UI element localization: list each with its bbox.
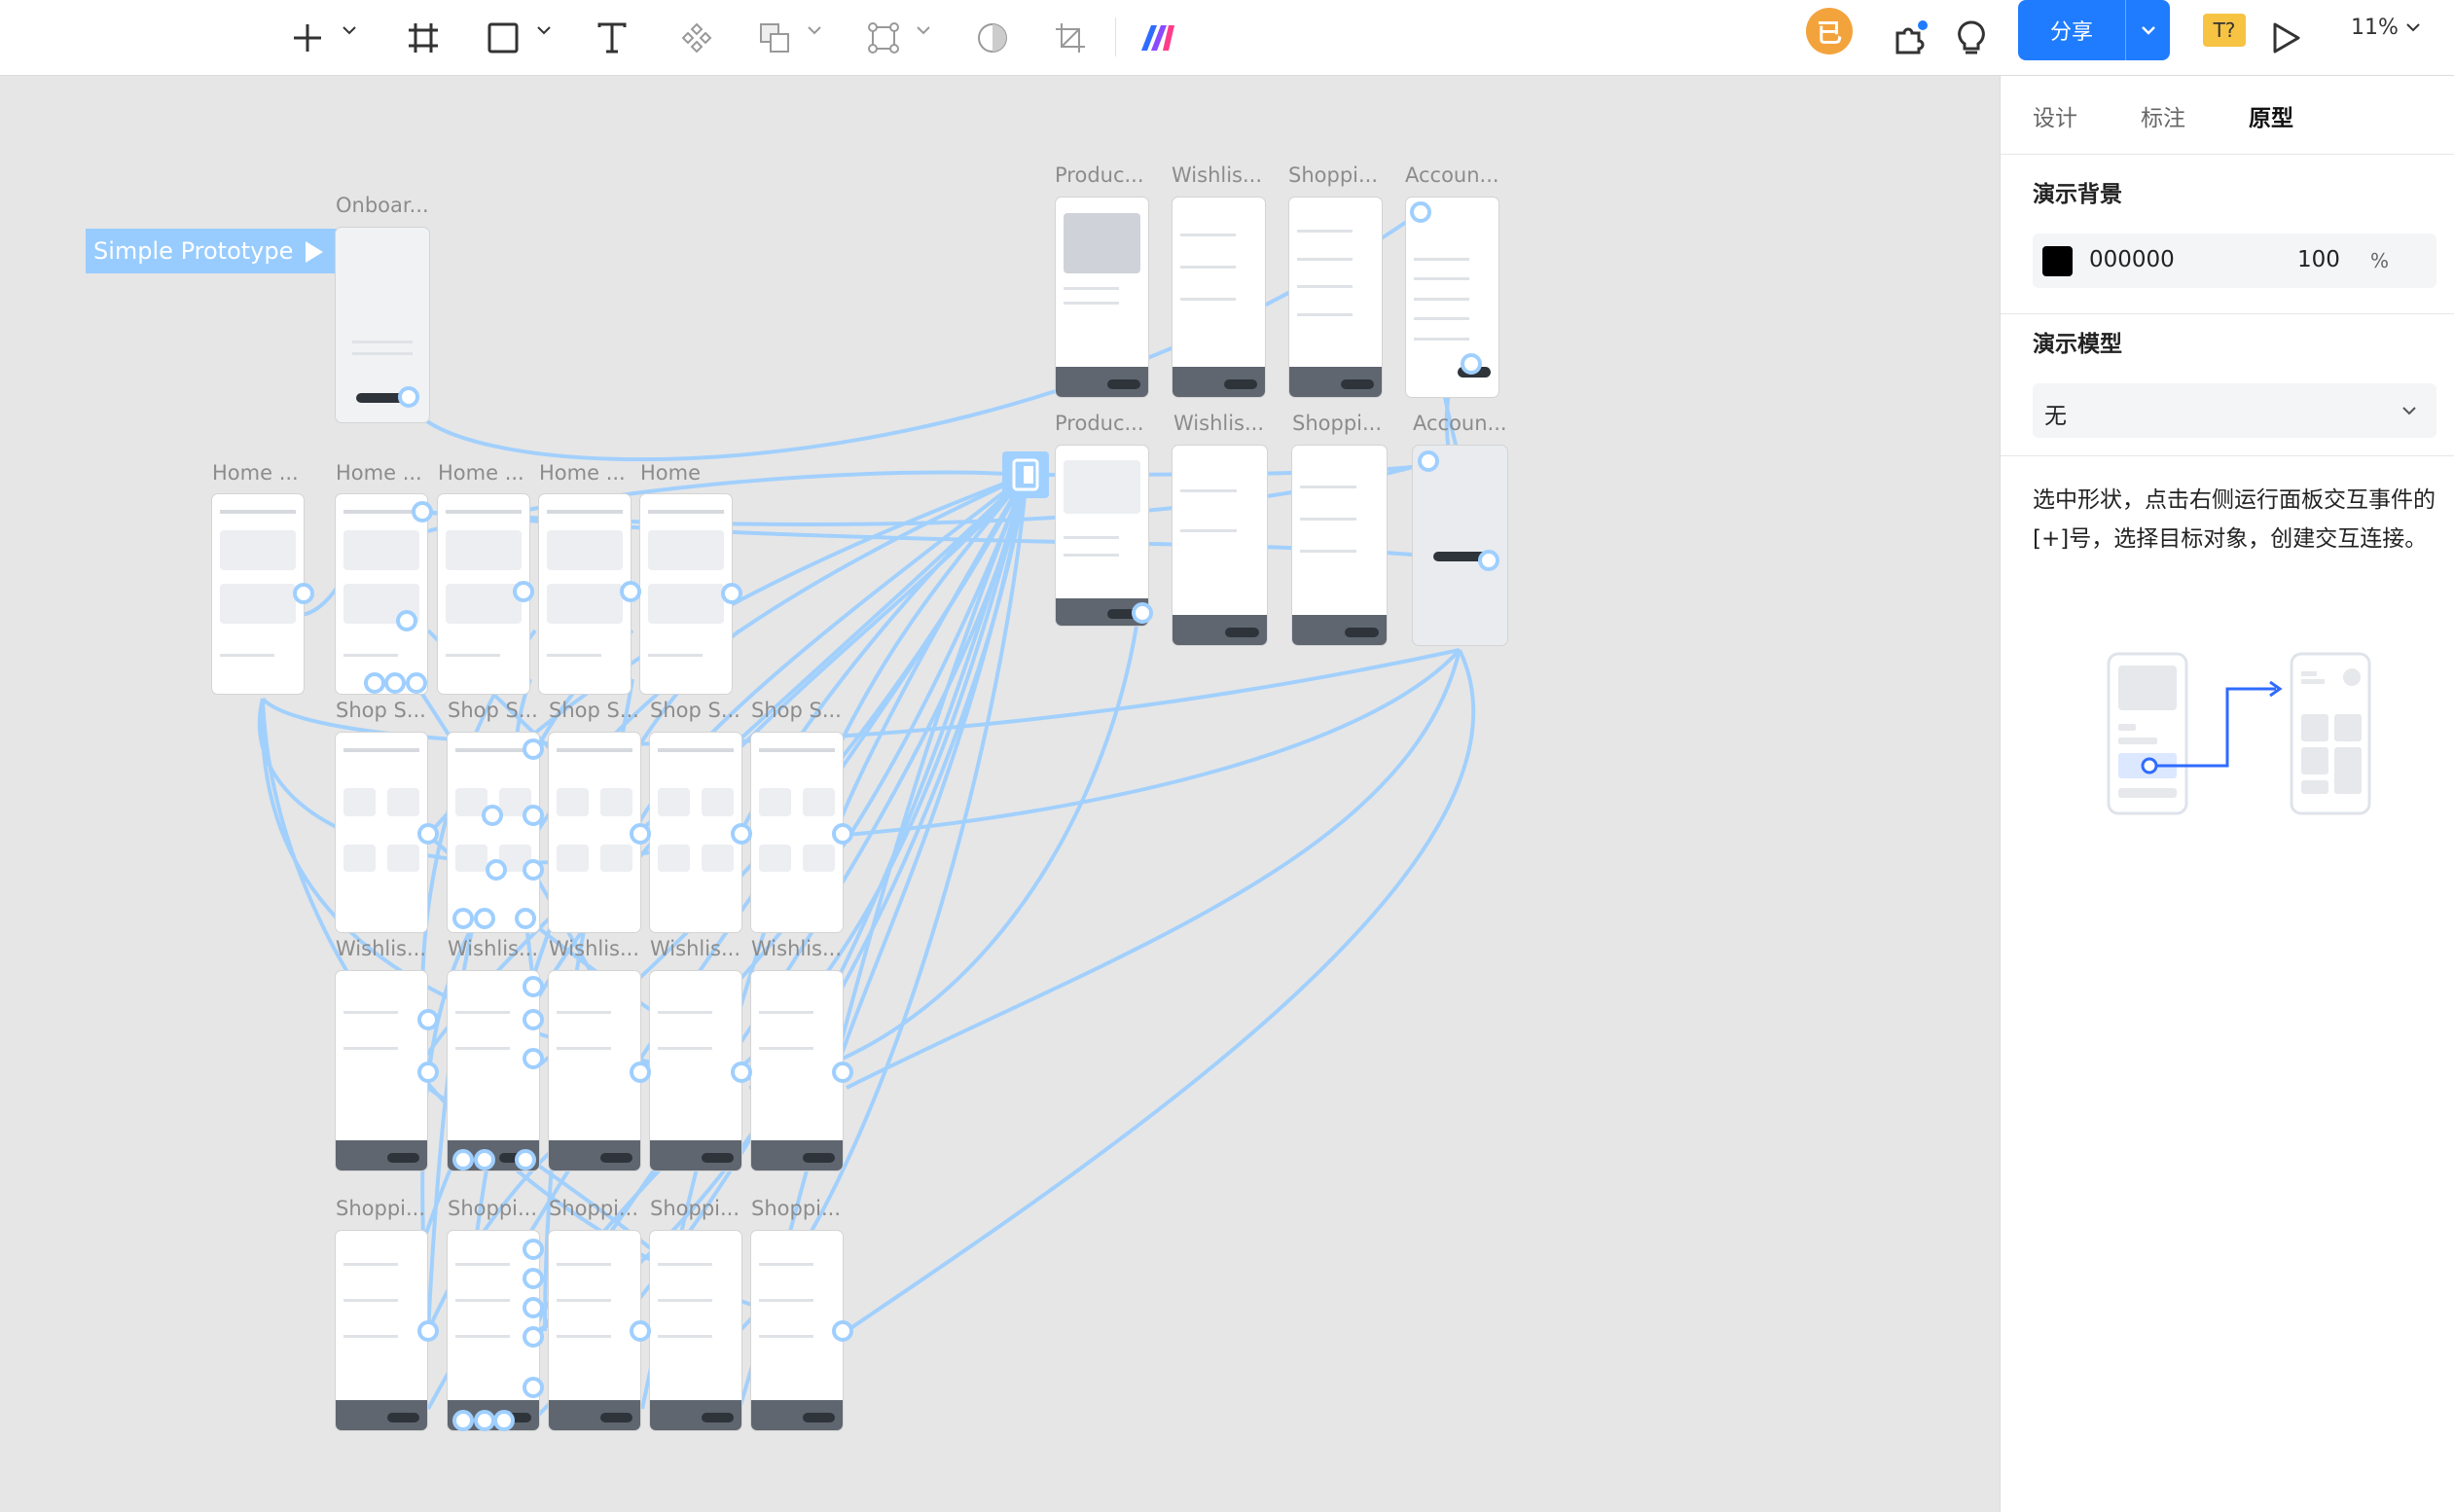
chevron-down-icon[interactable]: [806, 21, 823, 39]
rectangle-icon[interactable]: [481, 12, 525, 64]
bulb-icon[interactable]: [1950, 12, 1993, 64]
component-move-icon[interactable]: [675, 12, 718, 64]
zoom-value: 11%: [2351, 16, 2399, 40]
share-dropdown[interactable]: [2126, 21, 2170, 39]
play-icon[interactable]: [2263, 12, 2308, 64]
prototype-illustration: [2107, 652, 2371, 815]
bg-color-swatch[interactable]: [2042, 246, 2073, 276]
missing-font-badge[interactable]: T?: [2203, 14, 2246, 47]
boolean-icon[interactable]: [753, 12, 796, 64]
share-button[interactable]: 分享: [2018, 0, 2170, 60]
ai-plugin-icon[interactable]: [1135, 12, 1181, 64]
tab-annotation[interactable]: 标注: [2141, 99, 2185, 132]
presentation-bg-field[interactable]: 000000 100 %: [2033, 234, 2436, 288]
presentation-bg-title: 演示背景: [2033, 182, 2122, 207]
chevron-down-icon: [2141, 26, 2155, 35]
crop-icon[interactable]: [1049, 12, 1092, 64]
section-divider: [2001, 313, 2454, 314]
chevron-down-icon[interactable]: [915, 21, 932, 39]
interaction-markers: [293, 201, 1499, 1431]
toolbar-divider: [1115, 18, 1116, 56]
design-canvas[interactable]: Simple Prototype Onboar... Produc... Wis…: [0, 76, 2000, 1512]
chevron-down-icon[interactable]: [535, 21, 553, 39]
avatar[interactable]: 已: [1806, 8, 1853, 54]
presentation-model-select[interactable]: 无: [2033, 383, 2436, 438]
mask-icon[interactable]: [971, 12, 1014, 64]
text-icon[interactable]: [590, 12, 634, 64]
plugin-icon[interactable]: [1886, 12, 1934, 64]
add-icon[interactable]: [284, 12, 331, 64]
properties-panel: 设计 标注 原型 演示背景 000000 100 % 演示模型 无 选中形状，点…: [2000, 76, 2454, 1512]
share-button-label: 分享: [2049, 20, 2093, 45]
frame-icon[interactable]: [399, 12, 448, 64]
top-toolbar: 已 分享 T? 11%: [0, 0, 2454, 76]
zoom-level[interactable]: 11%: [2351, 16, 2421, 40]
chevron-down-icon: [2402, 407, 2416, 415]
tab-design[interactable]: 设计: [2033, 99, 2077, 132]
prototype-help-text: 选中形状，点击右侧运行面板交互事件的[+]号，选择目标对象，创建交互连接。: [2033, 487, 2436, 552]
tab-prototype[interactable]: 原型: [2249, 99, 2293, 132]
chevron-down-icon[interactable]: [341, 21, 358, 39]
presentation-model-title: 演示模型: [2033, 332, 2122, 357]
bg-opacity-unit: %: [2370, 249, 2390, 272]
section-divider: [2001, 455, 2454, 456]
presentation-model-value: 无: [2044, 404, 2067, 429]
bg-color-hex[interactable]: 000000: [2089, 247, 2175, 272]
vector-points-icon[interactable]: [862, 12, 905, 64]
chevron-down-icon: [2406, 23, 2420, 32]
bg-opacity-value[interactable]: 100: [2297, 247, 2340, 272]
panel-tabs: 设计 标注 原型: [2001, 76, 2454, 155]
